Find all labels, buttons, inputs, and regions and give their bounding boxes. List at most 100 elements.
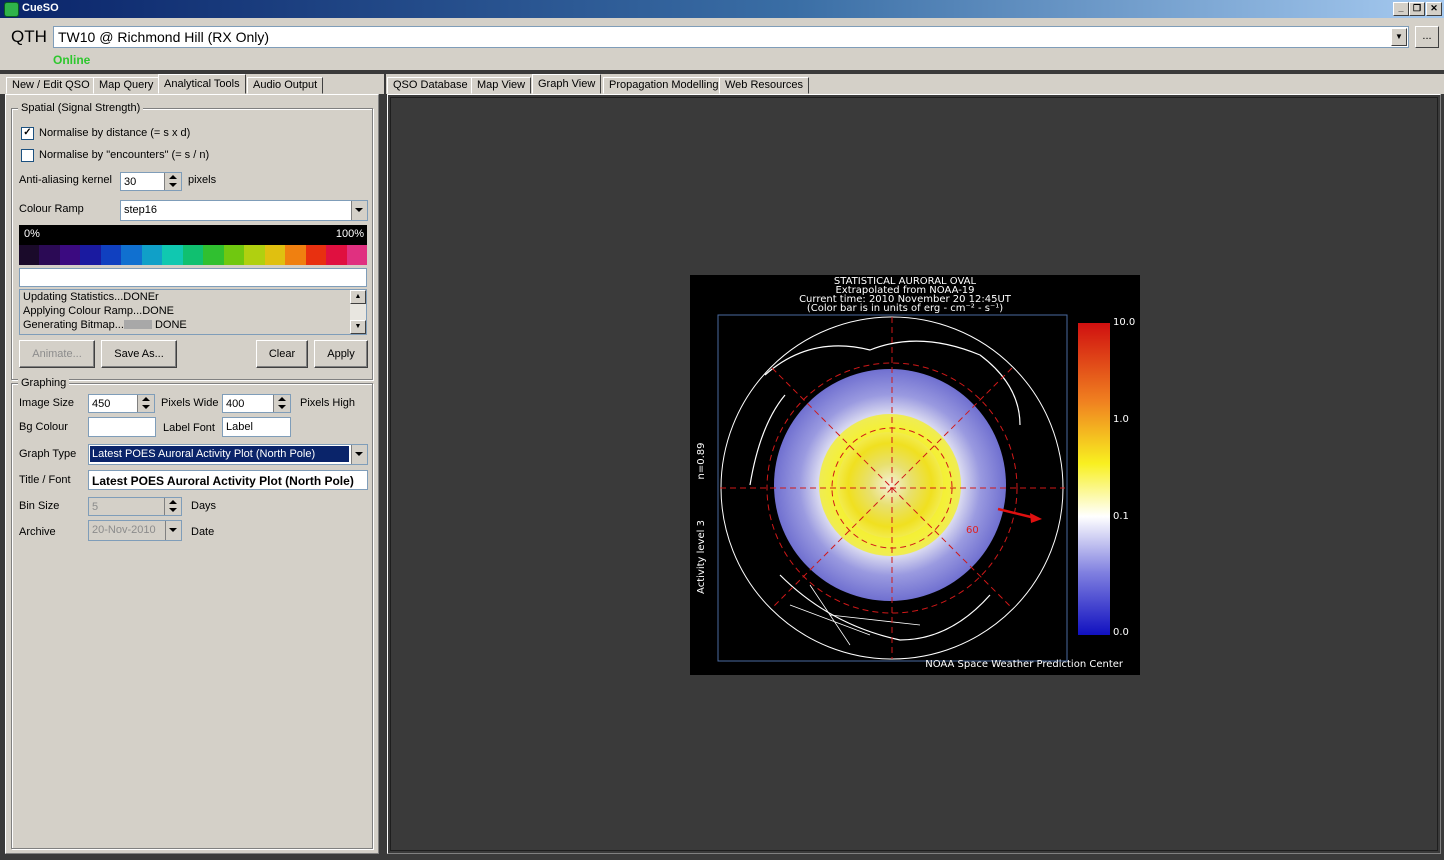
ramp-swatch <box>326 245 347 265</box>
minimize-button[interactable]: _ <box>1393 2 1409 16</box>
graph-type-select[interactable]: Latest POES Auroral Activity Plot (North… <box>88 444 368 465</box>
chevron-down-icon[interactable] <box>351 445 367 464</box>
tab-audio-output[interactable]: Audio Output <box>247 77 324 94</box>
status-online: Online <box>53 53 91 67</box>
ramp-swatch <box>305 245 327 265</box>
mini-progress <box>123 320 152 329</box>
animate-button[interactable]: Animate... <box>19 340 95 368</box>
normalise-encounters-label: Normalise by "encounters" (= s / n) <box>39 149 210 161</box>
spin-arrows-icon[interactable] <box>164 498 181 515</box>
qth-value: TW10 @ Richmond Hill (RX Only) <box>58 29 270 45</box>
ramp-swatch <box>346 245 367 265</box>
ramp-swatch <box>121 245 142 265</box>
ramp-swatch <box>100 245 122 265</box>
bin-size-stepper[interactable]: 5 <box>88 497 182 516</box>
spin-arrows-icon[interactable] <box>164 173 181 190</box>
apply-button[interactable]: Apply <box>314 340 368 368</box>
ramp-swatch <box>285 245 306 265</box>
log-line: Updating Statistics...DONEr <box>23 291 159 303</box>
save-as-button[interactable]: Save As... <box>101 340 177 368</box>
left-tabs: New / Edit QSO Map Query Analytical Tool… <box>0 74 384 94</box>
archive-date-value: 20-Nov-2010 <box>92 524 156 536</box>
tab-new-edit-qso[interactable]: New / Edit QSO <box>6 77 96 94</box>
image-size-label: Image Size <box>19 397 75 409</box>
scroll-up-icon[interactable]: ▲ <box>350 290 366 304</box>
colorbar-tick: 10.0 <box>1113 317 1135 328</box>
qth-select[interactable]: TW10 @ Richmond Hill (RX Only) ▼ <box>53 26 1409 48</box>
graph-type-label: Graph Type <box>19 448 77 460</box>
colorbar-tick: 0.1 <box>1113 511 1129 522</box>
bg-colour-field[interactable] <box>88 417 156 437</box>
image-width-value: 450 <box>92 398 111 410</box>
log-line: Applying Colour Ramp...DONE <box>23 305 175 317</box>
window-title: CueSO <box>22 2 59 14</box>
image-width-stepper[interactable]: 450 <box>88 394 155 413</box>
tab-web-resources[interactable]: Web Resources <box>719 77 810 94</box>
image-height-stepper[interactable]: 400 <box>222 394 291 413</box>
scroll-down-icon[interactable]: ▼ <box>350 320 366 334</box>
qth-label: QTH <box>11 27 47 46</box>
bg-colour-label: Bg Colour <box>19 421 68 433</box>
progress-bar <box>19 268 367 287</box>
ramp-min-label: 0% <box>24 228 40 240</box>
ramp-swatch <box>39 245 60 265</box>
log-scrollbar[interactable]: ▲ ▼ <box>350 290 366 334</box>
plot-credit: NOAA Space Weather Prediction Center <box>925 659 1124 670</box>
close-button[interactable]: ✕ <box>1426 2 1442 16</box>
qth-bar: QTH TW10 @ Richmond Hill (RX Only) ▼ ...… <box>0 18 1444 70</box>
auroral-oval <box>774 369 1006 601</box>
normalise-distance-checkbox[interactable]: ✓ <box>21 127 34 140</box>
auroral-oval-plot: STATISTICAL AURORAL OVAL Extrapolated fr… <box>690 275 1140 675</box>
colour-ramp-select[interactable]: step16 <box>120 200 368 221</box>
ramp-max-label: 100% <box>335 228 364 240</box>
colorbar-tick: 0.0 <box>1113 627 1129 638</box>
archive-label: Archive <box>19 526 56 538</box>
kernel-label: Anti-aliasing kernel <box>19 174 112 186</box>
ramp-swatch <box>162 245 183 265</box>
chevron-down-icon[interactable] <box>165 521 181 540</box>
qth-more-button[interactable]: ... <box>1415 26 1439 48</box>
width-unit: Pixels Wide <box>161 397 219 409</box>
tab-graph-view[interactable]: Graph View <box>532 74 602 94</box>
archive-date-select[interactable]: 20-Nov-2010 <box>88 520 182 541</box>
colour-ramp-preview: 0% 100% <box>19 225 367 265</box>
kernel-stepper[interactable]: 30 <box>120 172 182 191</box>
title-font-field[interactable]: Latest POES Auroral Activity Plot (North… <box>88 470 368 490</box>
graticule <box>720 317 1065 659</box>
title-font-value: Latest POES Auroral Activity Plot (North… <box>92 474 354 488</box>
tab-map-view[interactable]: Map View <box>471 77 532 94</box>
chevron-down-icon[interactable] <box>351 201 367 220</box>
side-label: Activity level 3 <box>696 520 707 594</box>
restore-button[interactable]: ❐ <box>1409 2 1425 16</box>
side-label: n=0.89 <box>696 443 707 480</box>
latitude-label: 60 <box>966 525 979 536</box>
label-font-value: Label <box>226 421 253 433</box>
normalise-encounters-checkbox[interactable] <box>21 149 34 162</box>
colour-ramp-value: step16 <box>124 204 158 216</box>
spin-arrows-icon[interactable] <box>273 395 290 412</box>
tab-propagation-modelling[interactable]: Propagation Modelling <box>603 77 725 94</box>
ramp-swatch <box>264 245 286 265</box>
clear-button[interactable]: Clear <box>256 340 308 368</box>
ramp-swatch <box>244 245 265 265</box>
window-title-bar: CueSO _ ❐ ✕ <box>0 0 1444 18</box>
chevron-down-icon[interactable]: ▼ <box>1391 28 1407 46</box>
bin-size-unit: Days <box>191 500 217 512</box>
ramp-swatch <box>182 245 204 265</box>
ramp-swatch <box>19 245 40 265</box>
label-font-field[interactable]: Label <box>222 417 291 437</box>
ramp-swatches <box>19 245 367 265</box>
height-unit: Pixels High <box>300 397 356 409</box>
app-icon <box>4 2 19 17</box>
colorbar-tick: 1.0 <box>1113 414 1129 425</box>
spin-arrows-icon[interactable] <box>137 395 154 412</box>
tab-analytical-tools[interactable]: Analytical Tools <box>158 74 246 94</box>
ramp-swatch <box>203 245 224 265</box>
sun-direction-arrow <box>997 507 1036 520</box>
log-line: Generating Bitmap... DONE <box>23 319 187 331</box>
ramp-swatch <box>80 245 101 265</box>
tab-qso-database[interactable]: QSO Database <box>387 77 474 94</box>
kernel-unit: pixels <box>188 174 217 186</box>
label-font-label: Label Font <box>163 422 215 434</box>
tab-map-query[interactable]: Map Query <box>93 77 160 94</box>
